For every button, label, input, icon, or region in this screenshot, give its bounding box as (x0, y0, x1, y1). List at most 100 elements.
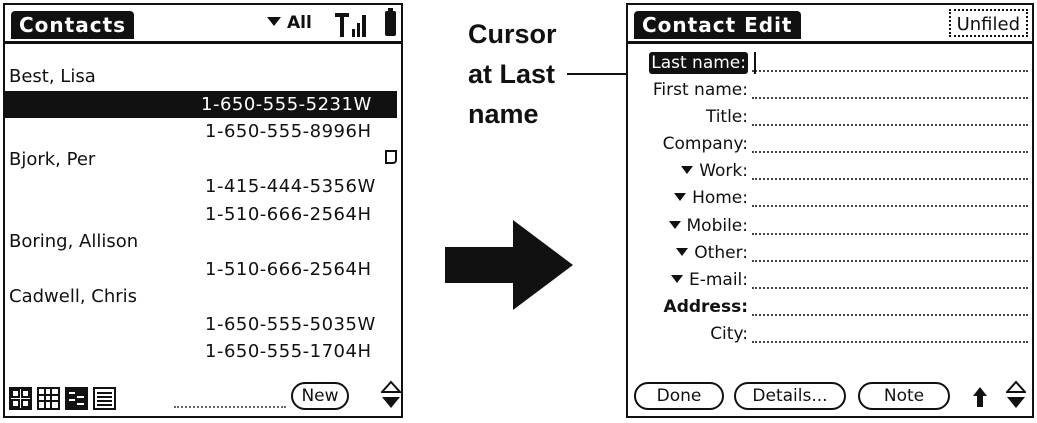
contact-name: Bjork, Per (9, 148, 96, 170)
field-label-text: Last name: (651, 53, 746, 73)
contact-name-row[interactable]: Cadwell, Chris (9, 283, 397, 311)
phone-number: 1-650-555-5035W (205, 311, 376, 338)
app-title: Contacts (11, 11, 135, 39)
contact-name: Boring, Allison (9, 231, 139, 252)
phone-number: 1-650-555-8996H (205, 118, 372, 145)
right-arrow-icon (445, 220, 573, 310)
field-label-text: Work: (699, 161, 748, 182)
contact-edit-screen: Contact Edit Unfiled Last name: First nam… (626, 3, 1034, 418)
field-input[interactable] (752, 259, 1028, 262)
field-input[interactable] (752, 151, 1028, 154)
field-type-dropdown[interactable]: E-mail: (670, 269, 748, 291)
field-type-dropdown[interactable]: Work: (681, 160, 748, 182)
field-row: First name: (628, 77, 1032, 104)
field-input[interactable] (752, 286, 1028, 289)
up-arrow-icon[interactable] (972, 386, 988, 408)
field-label: First name: (653, 79, 748, 101)
field-row: Mobile: (628, 213, 1032, 240)
contact-name-row[interactable]: Best, Lisa (9, 63, 397, 91)
category-selector[interactable]: Unfiled (948, 9, 1028, 37)
field-label: Address: (664, 296, 748, 318)
field-input[interactable] (752, 340, 1028, 343)
contact-name: Cadwell, Chris (9, 286, 138, 307)
contact-name-row[interactable]: Boring, Allison (9, 228, 397, 256)
dropdown-triangle-icon (674, 193, 687, 202)
done-button[interactable]: Done (634, 382, 724, 410)
phone-number-value: 1-510-666-2564 (205, 203, 358, 225)
field-type-dropdown[interactable]: Other: (676, 242, 748, 264)
field-label-text: City: (710, 323, 748, 344)
field-label-text: Address: (663, 296, 748, 317)
dropdown-triangle-icon (267, 17, 281, 26)
scroll-arrows-icon[interactable] (1006, 380, 1026, 410)
field-input[interactable] (752, 232, 1028, 235)
phone-row[interactable]: 1-415-444-5356W (9, 173, 397, 201)
note-button[interactable]: Note (858, 382, 950, 410)
field-row: Home: (628, 185, 1032, 212)
field-label-text: E-mail: (688, 269, 748, 290)
annotation-line-3: name (468, 99, 539, 129)
phone-row[interactable]: 1-650-555-8996H (9, 118, 397, 146)
field-input[interactable] (752, 70, 1028, 72)
phone-number-value: 1-650-555-5035 (205, 313, 358, 335)
field-row: Other: (628, 240, 1032, 267)
bottom-toolbar: New (9, 380, 401, 410)
annotation-line-1: Cursor (468, 19, 557, 49)
phone-type: H (357, 203, 372, 225)
scroll-arrows-icon[interactable] (381, 380, 401, 410)
field-input[interactable] (752, 205, 1028, 208)
edit-form: Last name: First name: Title: Company: Work:… (628, 50, 1032, 348)
phone-number-value: 1-510-666-2564 (205, 258, 358, 280)
category-dropdown[interactable]: All (267, 13, 312, 33)
cursor-annotation: Cursor at Last name (468, 14, 557, 134)
field-label: Last name: (649, 52, 748, 74)
phone-type: H (357, 258, 372, 280)
lookup-field[interactable] (174, 406, 286, 408)
small-grid-view-icon[interactable] (37, 387, 60, 410)
dropdown-triangle-icon (668, 220, 681, 229)
field-type-dropdown[interactable]: Mobile: (668, 215, 749, 237)
new-button[interactable]: New (291, 382, 349, 410)
phone-number-value: 1-650-555-5231 (201, 93, 354, 115)
field-input[interactable] (752, 97, 1028, 100)
contact-name-row[interactable]: Bjork, Per (9, 146, 397, 174)
signal-strength-icon (335, 13, 366, 37)
dropdown-triangle-icon (676, 247, 689, 256)
field-input[interactable] (752, 313, 1028, 316)
phone-number: 1-510-666-2564H (205, 201, 372, 228)
field-label-text: Home: (692, 188, 748, 209)
field-label-text: Mobile: (686, 215, 749, 236)
field-row: Company: (628, 131, 1032, 158)
detail-view-icon[interactable] (65, 387, 88, 410)
phone-number: 1-510-666-2564H (205, 256, 372, 283)
list-view-grid-icon[interactable] (9, 387, 32, 410)
phone-row[interactable]: 1-650-555-1704H (9, 338, 397, 366)
contact-list: Best, Lisa 1-650-555-5231W 1-650-555-8996H… (5, 63, 397, 366)
field-label: City: (710, 323, 748, 345)
note-icon (385, 149, 397, 164)
field-row: E-mail: (628, 267, 1032, 294)
phone-number-value: 1-650-555-1704 (205, 341, 358, 362)
list-lines-view-icon[interactable] (93, 387, 116, 410)
field-label-text: Other: (694, 242, 748, 263)
annotation-line-2: at Last (468, 59, 556, 89)
dropdown-triangle-icon (681, 166, 694, 175)
phone-type: H (357, 341, 372, 362)
bottom-toolbar: Done Details... Note (632, 380, 1028, 410)
phone-type: W (357, 176, 376, 197)
field-input[interactable] (752, 178, 1028, 181)
field-label: Company: (663, 133, 748, 155)
phone-row[interactable]: 1-650-555-5035W (9, 311, 397, 339)
field-row: City: (628, 321, 1032, 348)
field-row: Last name: (628, 50, 1032, 77)
field-input[interactable] (752, 124, 1028, 127)
field-type-dropdown[interactable]: Home: (674, 187, 748, 209)
category-label: All (287, 13, 312, 33)
phone-row[interactable]: 1-510-666-2564H (9, 201, 397, 229)
phone-number: 1-415-444-5356W (205, 173, 376, 200)
phone-number-value: 1-415-444-5356 (205, 176, 358, 197)
phone-row[interactable]: 1-510-666-2564H (9, 256, 397, 284)
field-row: Address: (628, 294, 1032, 321)
details-button[interactable]: Details... (734, 382, 846, 410)
phone-row[interactable]: 1-650-555-5231W (5, 90, 397, 118)
